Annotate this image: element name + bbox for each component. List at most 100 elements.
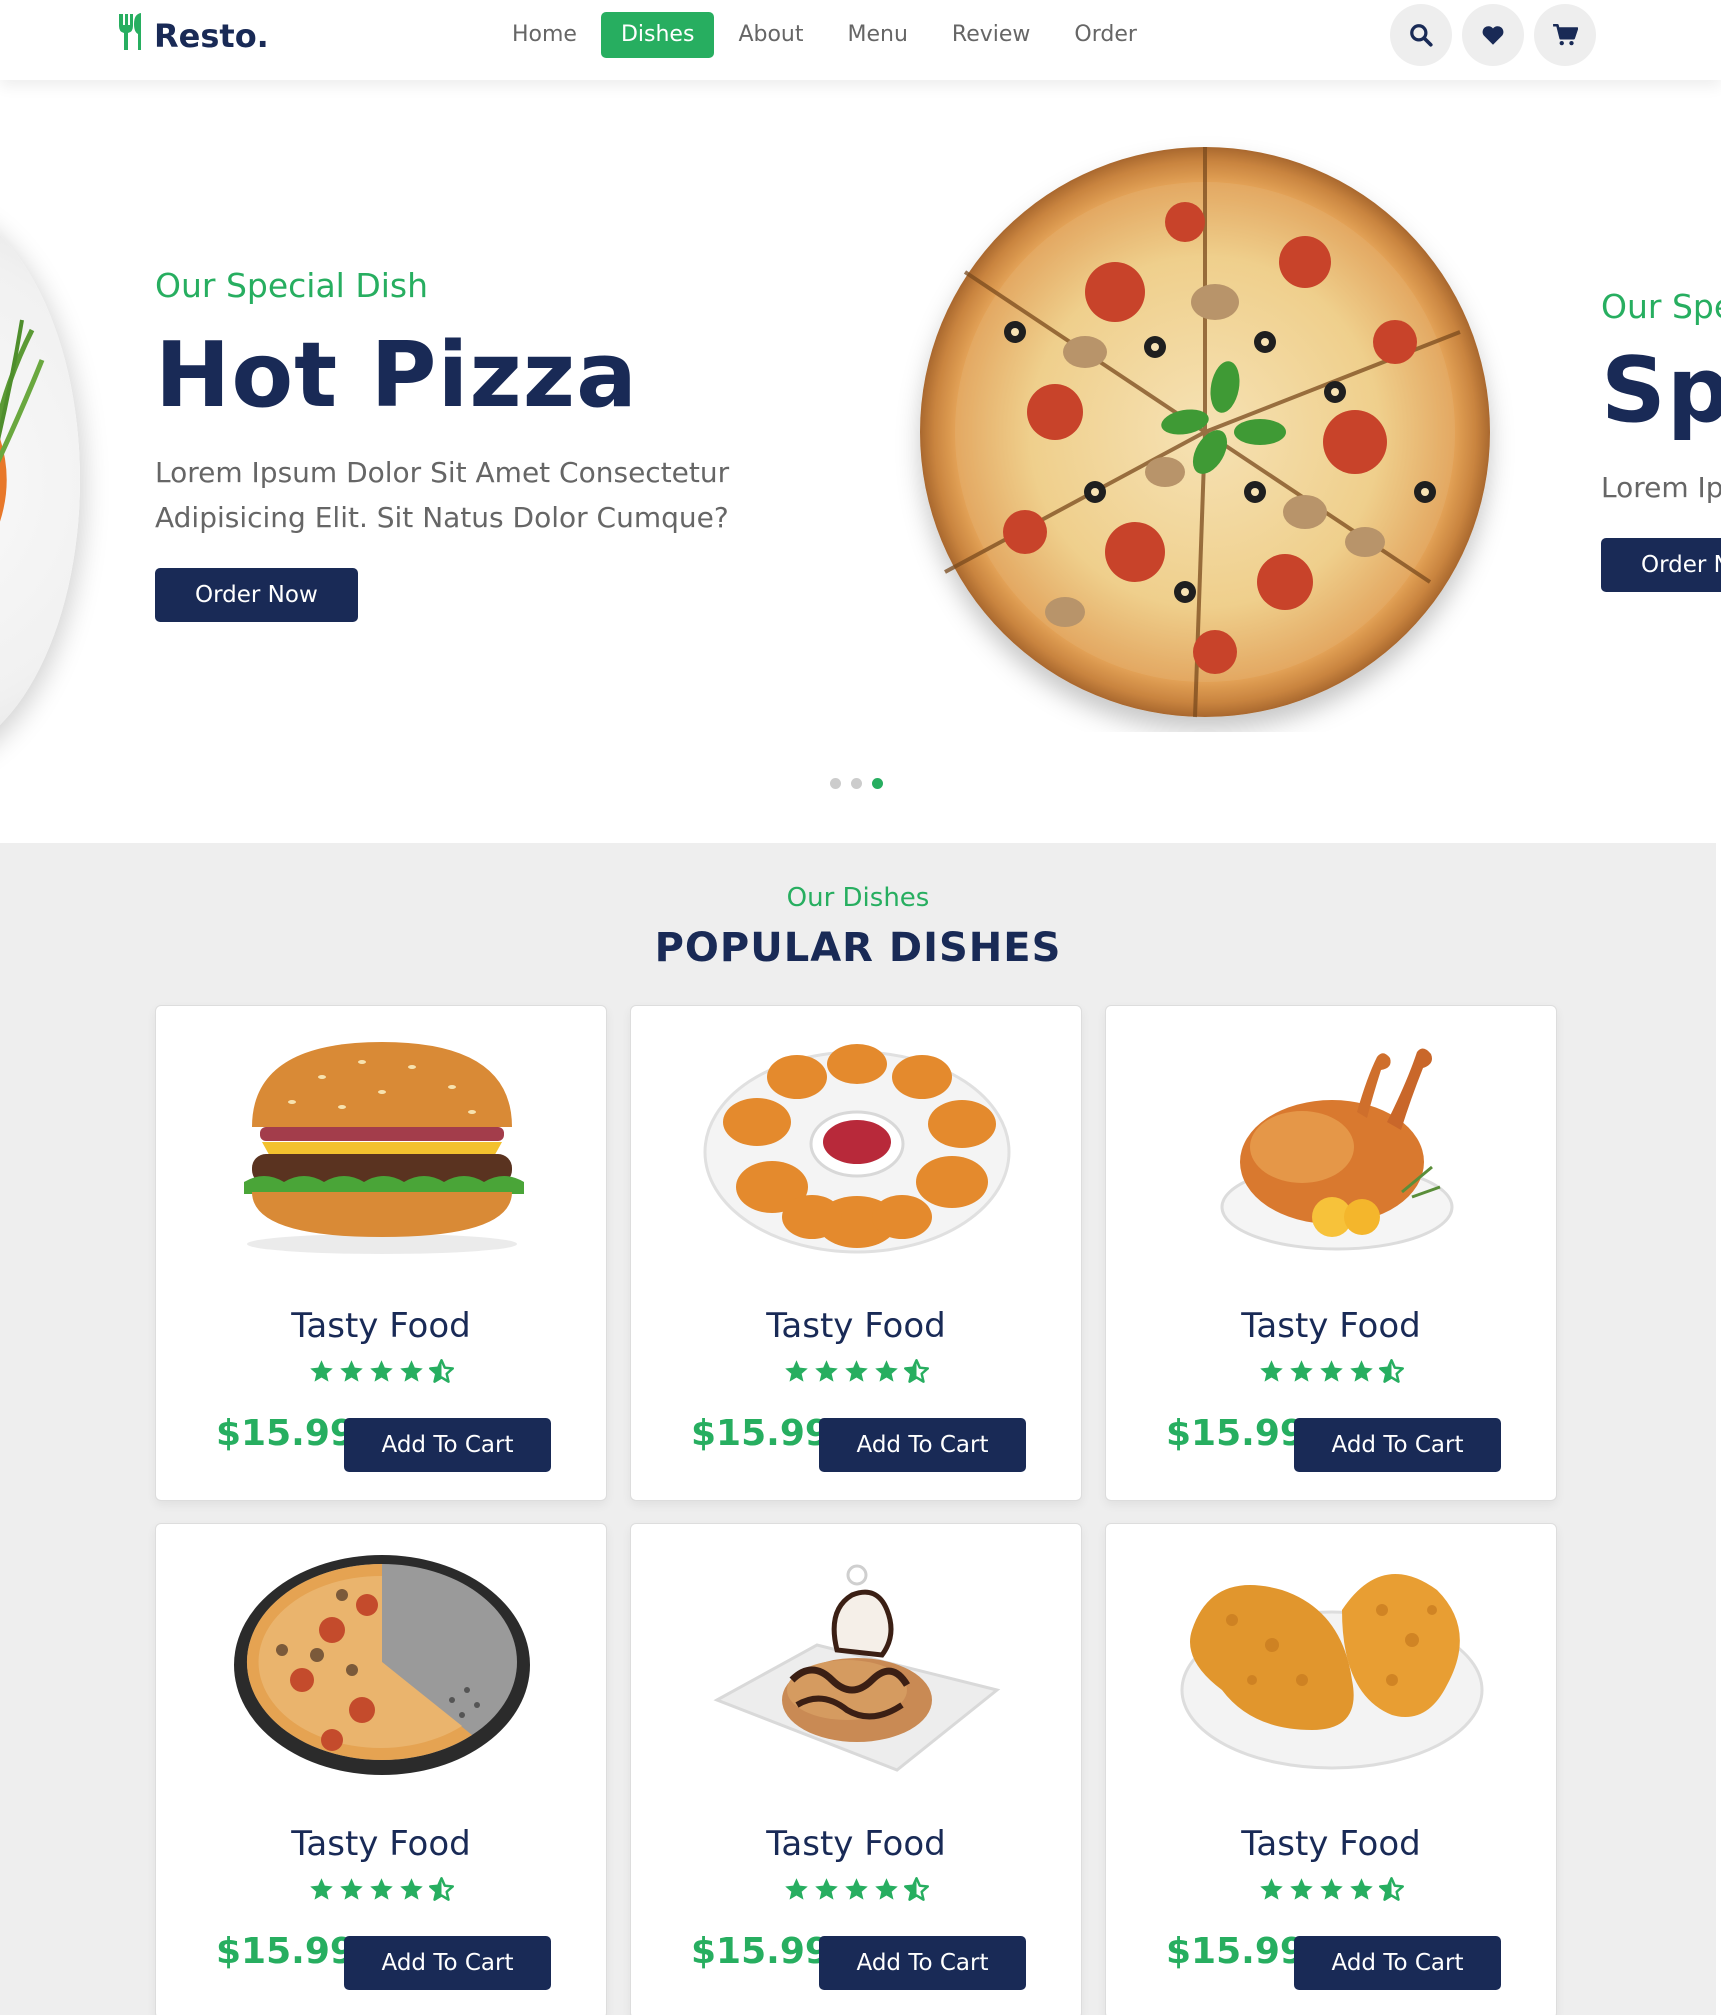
star-icon: [814, 1360, 838, 1382]
nav-order[interactable]: Order: [1054, 12, 1157, 58]
hero-title: Hot Pizza: [155, 323, 638, 428]
star-icon: [369, 1360, 393, 1382]
hero-slider: Our Special Dish Hot Pizza Lorem Ipsum D…: [0, 80, 1721, 843]
logo-text: Resto.: [154, 17, 269, 55]
heart-icon: [1482, 26, 1504, 45]
dish-name: Tasty Food: [1241, 1824, 1421, 1864]
add-to-cart-button[interactable]: Add To Cart: [819, 1936, 1026, 1990]
nav-dishes[interactable]: Dishes: [600, 12, 715, 58]
add-to-cart-button[interactable]: Add To Cart: [819, 1418, 1026, 1472]
next-order-now-button[interactable]: Order N: [1601, 538, 1721, 592]
star-icon: [874, 1360, 898, 1382]
star-half-icon: [428, 1359, 454, 1383]
dish-name: Tasty Food: [291, 1824, 471, 1864]
dish-price: $15.99: [216, 1931, 355, 1972]
star-icon: [1319, 1878, 1343, 1900]
star-icon: [844, 1360, 868, 1382]
hero-slide-next: Our Spe Sp Lorem Ip Adipisicin Order N: [1601, 287, 1721, 592]
dishes-title: POPULAR DISHES: [654, 925, 1062, 971]
nav-home[interactable]: Home: [492, 12, 597, 58]
search-icon: [1410, 24, 1433, 47]
dish-card: Tasty Food $15.99 Add To Cart: [155, 1005, 607, 1501]
star-icon: [369, 1878, 393, 1900]
star-icon: [1289, 1878, 1313, 1900]
star-icon: [784, 1878, 808, 1900]
star-icon: [339, 1878, 363, 1900]
hero-slide-active: Our Special Dish Hot Pizza Lorem Ipsum D…: [155, 266, 875, 622]
dish-price: $15.99: [1166, 1931, 1305, 1972]
star-icon: [399, 1360, 423, 1382]
star-icon: [1319, 1360, 1343, 1382]
star-icon: [399, 1878, 423, 1900]
dishes-subtitle: Our Dishes: [786, 883, 930, 913]
dish-card: Tasty Food $15.99 Add To Cart: [630, 1523, 1082, 2015]
slider-dot-2[interactable]: [851, 778, 862, 789]
star-icon: [1349, 1878, 1373, 1900]
star-icon: [309, 1360, 333, 1382]
slider-dot-1[interactable]: [830, 778, 841, 789]
rating-stars: [631, 1876, 1081, 1903]
slider-dot-3[interactable]: [872, 778, 883, 789]
dish-price: $15.99: [691, 1413, 830, 1454]
star-icon: [844, 1878, 868, 1900]
header: Resto. Home Dishes About Menu Review Ord…: [0, 0, 1721, 80]
hero-description: Lorem Ipsum Dolor Sit Amet Consectetur A…: [155, 456, 730, 534]
dish-name: Tasty Food: [766, 1306, 946, 1346]
star-icon: [814, 1878, 838, 1900]
cart-icon: [1553, 23, 1578, 46]
hot-pizza-image: [885, 112, 1545, 732]
star-half-icon: [903, 1877, 929, 1901]
header-icons: [1390, 4, 1596, 66]
star-icon: [874, 1878, 898, 1900]
star-half-icon: [903, 1359, 929, 1383]
dish-card: Tasty Food $15.99 Add To Cart: [1105, 1005, 1557, 1501]
next-hero-subtitle: Our Spe: [1601, 287, 1721, 326]
slider-pagination: [830, 778, 883, 789]
star-icon: [309, 1878, 333, 1900]
rating-stars: [1106, 1876, 1556, 1903]
logo[interactable]: Resto.: [116, 13, 269, 58]
dish-card: Tasty Food $15.99 Add To Cart: [155, 1523, 607, 2015]
hero-subtitle: Our Special Dish: [155, 266, 429, 305]
add-to-cart-button[interactable]: Add To Cart: [344, 1936, 551, 1990]
rating-stars: [156, 1358, 606, 1385]
chocolate-dessert-image: [713, 1564, 1001, 1772]
dish-price: $15.99: [691, 1931, 830, 1972]
dish-card: Tasty Food $15.99 Add To Cart: [630, 1005, 1082, 1501]
add-to-cart-button[interactable]: Add To Cart: [1294, 1418, 1501, 1472]
nav-about[interactable]: About: [718, 12, 823, 58]
star-icon: [339, 1360, 363, 1382]
search-button[interactable]: [1390, 4, 1452, 66]
next-hero-description: Lorem Ip Adipisicin: [1601, 471, 1721, 504]
star-icon: [1259, 1878, 1283, 1900]
star-half-icon: [1378, 1359, 1404, 1383]
cart-button[interactable]: [1534, 4, 1596, 66]
main-nav: Home Dishes About Menu Review Order: [492, 12, 1157, 58]
star-half-icon: [1378, 1877, 1404, 1901]
add-to-cart-button[interactable]: Add To Cart: [1294, 1936, 1501, 1990]
dish-price: $15.99: [216, 1413, 355, 1454]
dishes-section: Our Dishes POPULAR DISHES Tasty Food $15…: [0, 843, 1716, 2015]
next-hero-title: Sp: [1601, 338, 1721, 443]
nav-review[interactable]: Review: [932, 12, 1051, 58]
nav-menu[interactable]: Menu: [827, 12, 927, 58]
roast-chicken-image: [1220, 1048, 1454, 1251]
add-to-cart-button[interactable]: Add To Cart: [344, 1418, 551, 1472]
star-icon: [784, 1360, 808, 1382]
rating-stars: [1106, 1358, 1556, 1385]
dish-name: Tasty Food: [291, 1306, 471, 1346]
previous-slide-plate-image: [0, 200, 80, 760]
star-icon: [1349, 1360, 1373, 1382]
rating-stars: [631, 1358, 1081, 1385]
star-half-icon: [428, 1877, 454, 1901]
rating-stars: [156, 1876, 606, 1903]
burger-image: [244, 1042, 524, 1254]
order-now-button[interactable]: Order Now: [155, 568, 358, 622]
dish-card: Tasty Food $15.99 Add To Cart: [1105, 1523, 1557, 2015]
pizza-image: [234, 1555, 530, 1775]
star-icon: [1289, 1360, 1313, 1382]
wishlist-button[interactable]: [1462, 4, 1524, 66]
dish-price: $15.99: [1166, 1413, 1305, 1454]
dishes-grid: Tasty Food $15.99 Add To Cart Tasty Food…: [155, 1005, 1561, 2015]
dish-name: Tasty Food: [766, 1824, 946, 1864]
